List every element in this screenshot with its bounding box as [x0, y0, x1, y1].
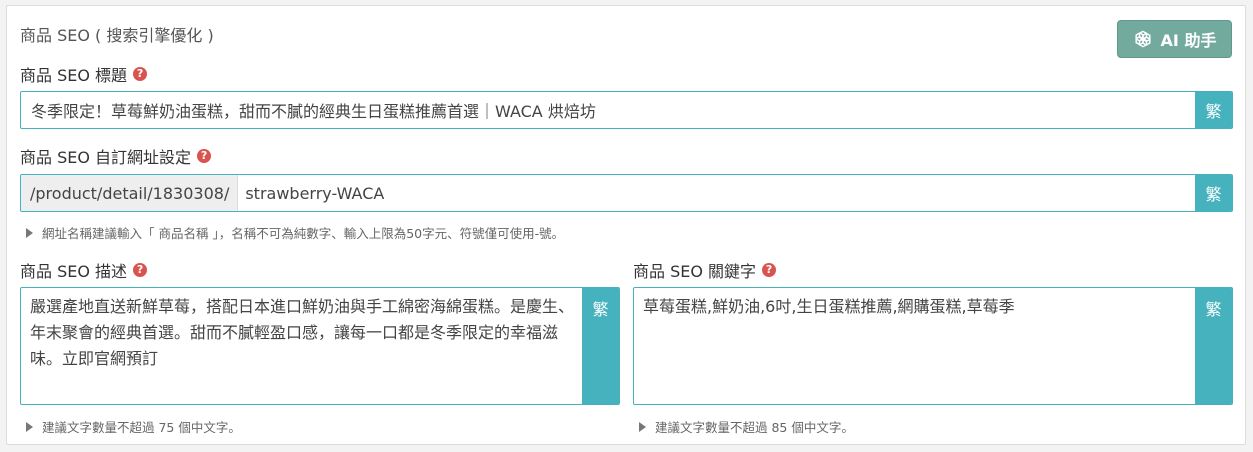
seo-panel: 商品 SEO ( 搜索引擎優化 ) AI 助手 商品 SEO 標題 ? 冬季限定…: [6, 5, 1246, 445]
seo-title-label: 商品 SEO 標題 ?: [20, 62, 148, 86]
help-icon[interactable]: ?: [197, 149, 212, 163]
seo-url-field: /product/detail/1830308/ strawberry-WACA…: [20, 174, 1233, 212]
seo-description-hint: 建議文字數量不超過 75 個中文字。: [26, 417, 241, 436]
seo-title-field: 冬季限定！草莓鮮奶油蛋糕，甜而不膩的經典生日蛋糕推薦首選｜WACA 烘焙坊 繁: [20, 91, 1233, 129]
seo-keywords-field: 草莓蛋糕,鮮奶油,6吋,生日蛋糕推薦,網購蛋糕,草莓季 繁: [633, 287, 1233, 405]
seo-description-label: 商品 SEO 描述 ?: [20, 258, 148, 282]
traditional-convert-button[interactable]: 繁: [1195, 92, 1232, 128]
url-prefix: /product/detail/1830308/: [21, 175, 239, 211]
seo-title-label-text: 商品 SEO 標題: [20, 66, 128, 85]
help-icon[interactable]: ?: [762, 263, 777, 277]
seo-keywords-hint: 建議文字數量不超過 85 個中文字。: [639, 417, 854, 436]
seo-description-label-text: 商品 SEO 描述: [20, 262, 128, 281]
ai-assistant-label: AI 助手: [1160, 31, 1217, 50]
section-title: 商品 SEO ( 搜索引擎優化 ): [20, 26, 214, 45]
seo-keywords-hint-text: 建議文字數量不超過 85 個中文字。: [655, 420, 854, 435]
seo-keywords-label: 商品 SEO 關鍵字 ?: [633, 258, 777, 282]
seo-url-input[interactable]: strawberry-WACA: [238, 175, 1195, 211]
caret-right-icon: [639, 421, 646, 432]
seo-title-input[interactable]: 冬季限定！草莓鮮奶油蛋糕，甜而不膩的經典生日蛋糕推薦首選｜WACA 烘焙坊: [21, 92, 1195, 128]
caret-right-icon: [26, 421, 33, 432]
seo-url-hint-text: 網址名稱建議輸入「 商品名稱 」，名稱不可為純數字、輸入上限為50字元、符號僅可…: [42, 226, 565, 241]
traditional-convert-button[interactable]: 繁: [582, 288, 619, 404]
ai-assistant-button[interactable]: AI 助手: [1117, 20, 1232, 58]
traditional-convert-button[interactable]: 繁: [1195, 288, 1232, 404]
seo-url-label: 商品 SEO 自訂網址設定 ?: [20, 144, 212, 168]
openai-icon: [1134, 30, 1151, 48]
help-icon[interactable]: ?: [133, 263, 148, 277]
seo-url-hint: 網址名稱建議輸入「 商品名稱 」，名稱不可為純數字、輸入上限為50字元、符號僅可…: [26, 223, 564, 242]
traditional-convert-button[interactable]: 繁: [1195, 175, 1232, 211]
seo-description-field: 嚴選產地直送新鮮草莓，搭配日本進口鮮奶油與手工綿密海綿蛋糕。是慶生、年末聚會的經…: [20, 287, 620, 405]
caret-right-icon: [26, 227, 33, 238]
seo-keywords-label-text: 商品 SEO 關鍵字: [633, 262, 757, 281]
seo-description-hint-text: 建議文字數量不超過 75 個中文字。: [42, 420, 241, 435]
help-icon[interactable]: ?: [133, 67, 148, 81]
seo-keywords-textarea[interactable]: 草莓蛋糕,鮮奶油,6吋,生日蛋糕推薦,網購蛋糕,草莓季: [634, 288, 1195, 404]
seo-description-textarea[interactable]: 嚴選產地直送新鮮草莓，搭配日本進口鮮奶油與手工綿密海綿蛋糕。是慶生、年末聚會的經…: [21, 288, 582, 404]
seo-url-label-text: 商品 SEO 自訂網址設定: [20, 148, 192, 167]
